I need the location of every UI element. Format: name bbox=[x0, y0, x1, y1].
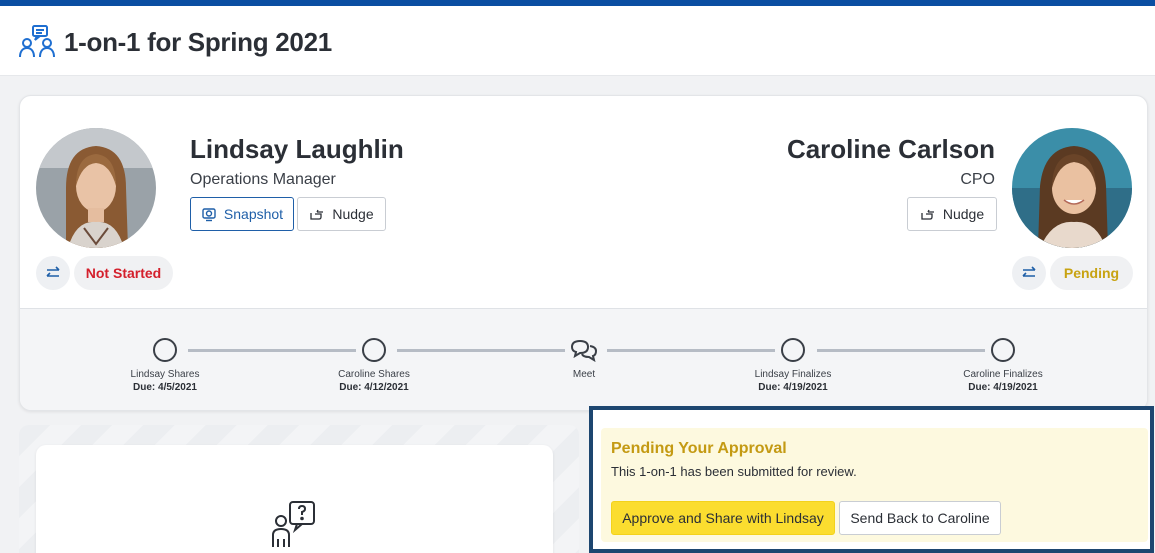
status-badge: Not Started bbox=[74, 256, 173, 290]
page-header: 1-on-1 for Spring 2021 bbox=[0, 6, 1155, 76]
chat-bubbles-icon bbox=[570, 339, 598, 362]
snapshot-button[interactable]: Snapshot bbox=[190, 197, 294, 231]
approval-message: This 1-on-1 has been submitted for revie… bbox=[611, 464, 857, 479]
timeline-step-circle bbox=[991, 338, 1015, 362]
avatar bbox=[1012, 128, 1132, 248]
approval-notice: Pending Your Approval This 1-on-1 has be… bbox=[601, 428, 1148, 542]
participants-card: Lindsay Laughlin Operations Manager Snap… bbox=[19, 95, 1148, 411]
timeline-step-label: Lindsay Finalizes bbox=[754, 369, 832, 380]
question-card bbox=[36, 445, 553, 553]
approve-and-share-button[interactable]: Approve and Share with Lindsay bbox=[611, 501, 835, 535]
timeline-step-due: Due: 4/5/2021 bbox=[133, 382, 197, 393]
nudge-button-left[interactable]: Nudge bbox=[297, 197, 386, 231]
send-back-button[interactable]: Send Back to Caroline bbox=[839, 501, 1001, 535]
nudge-label: Nudge bbox=[332, 206, 374, 222]
timeline-step-label: Lindsay Shares bbox=[130, 369, 200, 380]
participants-row: Lindsay Laughlin Operations Manager Snap… bbox=[20, 96, 1147, 308]
approval-panel: Pending Your Approval This 1-on-1 has be… bbox=[589, 406, 1154, 553]
snapshot-label: Snapshot bbox=[223, 206, 284, 222]
pointing-hand-icon bbox=[310, 209, 324, 220]
timeline-step-due: Due: 4/12/2021 bbox=[339, 382, 409, 393]
timeline-step-due: Due: 4/19/2021 bbox=[758, 382, 828, 393]
status-badge: Pending bbox=[1050, 256, 1133, 290]
timeline-step-circle bbox=[781, 338, 805, 362]
timeline-step-due: Due: 4/19/2021 bbox=[968, 382, 1038, 393]
nudge-button-right[interactable]: Nudge bbox=[907, 197, 997, 231]
participant-name: Lindsay Laughlin bbox=[190, 134, 404, 164]
meeting-people-icon bbox=[19, 25, 55, 58]
timeline-connector bbox=[607, 349, 775, 352]
participant-name: Caroline Carlson bbox=[786, 134, 995, 164]
question-person-icon bbox=[272, 501, 315, 547]
swap-button-right[interactable] bbox=[1012, 256, 1046, 290]
swap-button-left[interactable] bbox=[36, 256, 70, 290]
timeline-connector bbox=[397, 349, 565, 352]
snapshot-icon bbox=[202, 208, 216, 222]
pointing-hand-icon bbox=[921, 209, 934, 220]
participant-title: Operations Manager bbox=[190, 171, 336, 188]
page-title: 1-on-1 for Spring 2021 bbox=[64, 27, 332, 57]
avatar bbox=[36, 128, 156, 248]
timeline: Lindsay Shares Due: 4/5/2021 Caroline Sh… bbox=[20, 308, 1147, 410]
timeline-connector bbox=[817, 349, 985, 352]
swap-icon bbox=[1022, 266, 1036, 277]
timeline-connector bbox=[188, 349, 356, 352]
timeline-step-circle bbox=[153, 338, 177, 362]
nudge-label: Nudge bbox=[942, 206, 985, 222]
approval-title: Pending Your Approval bbox=[611, 440, 787, 457]
timeline-step-label: Meet bbox=[572, 369, 596, 380]
timeline-step-label: Caroline Finalizes bbox=[963, 369, 1043, 380]
swap-icon bbox=[46, 266, 60, 277]
timeline-step-label: Caroline Shares bbox=[338, 369, 410, 380]
participant-title: CPO bbox=[960, 171, 995, 188]
timeline-step-circle bbox=[362, 338, 386, 362]
